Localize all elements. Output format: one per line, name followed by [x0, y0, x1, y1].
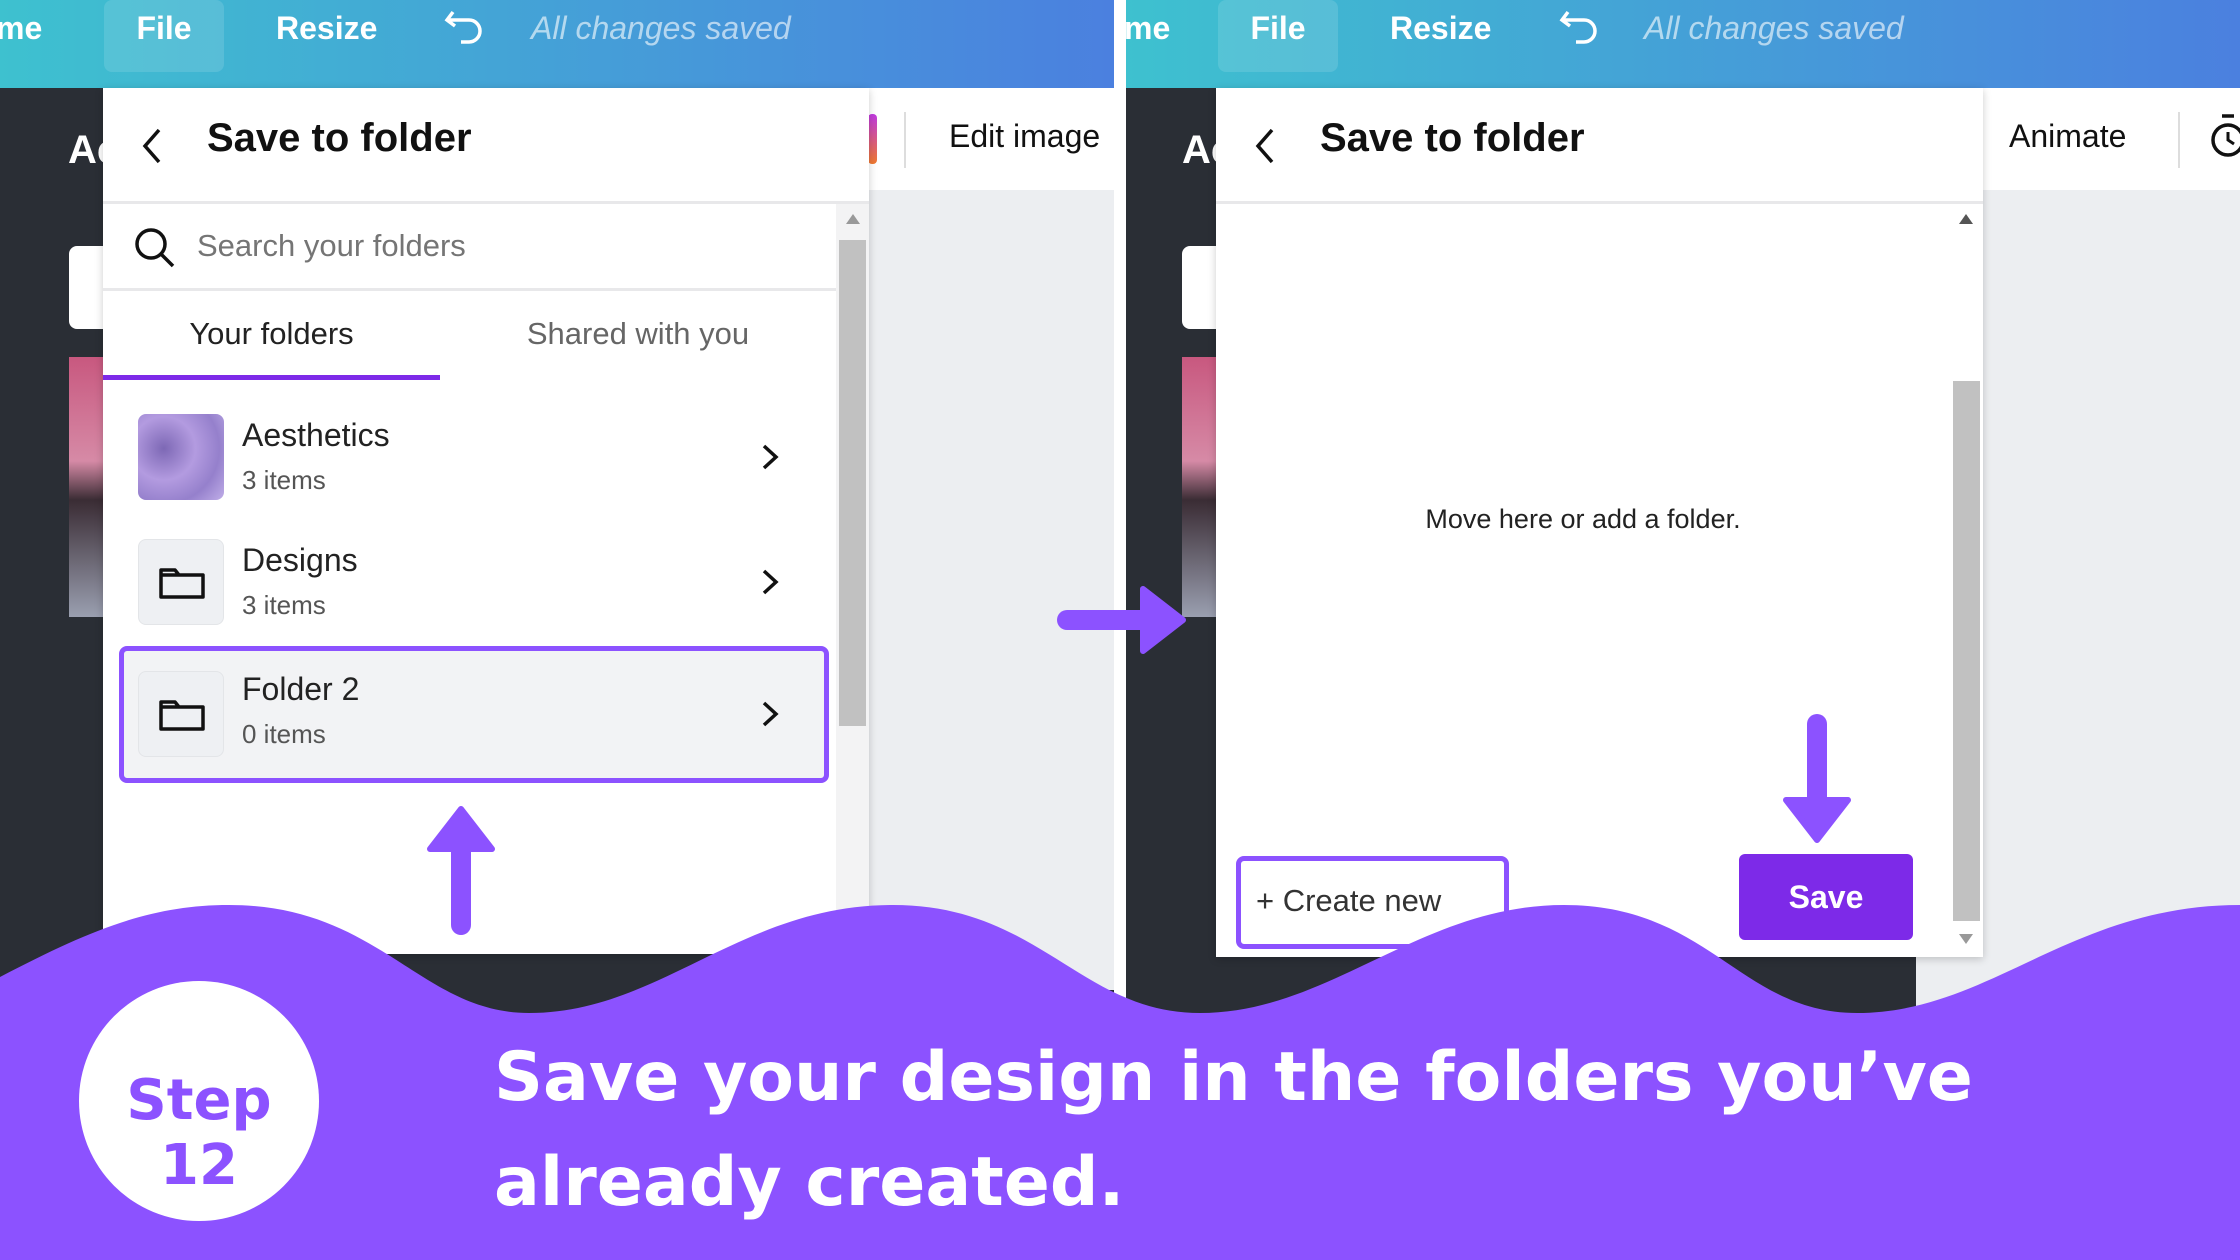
- caption-line-1: Save your design in the folders you’ve: [494, 1038, 1973, 1117]
- step-label: Step 12: [126, 1068, 272, 1198]
- caption-line-2: already created.: [494, 1143, 1125, 1222]
